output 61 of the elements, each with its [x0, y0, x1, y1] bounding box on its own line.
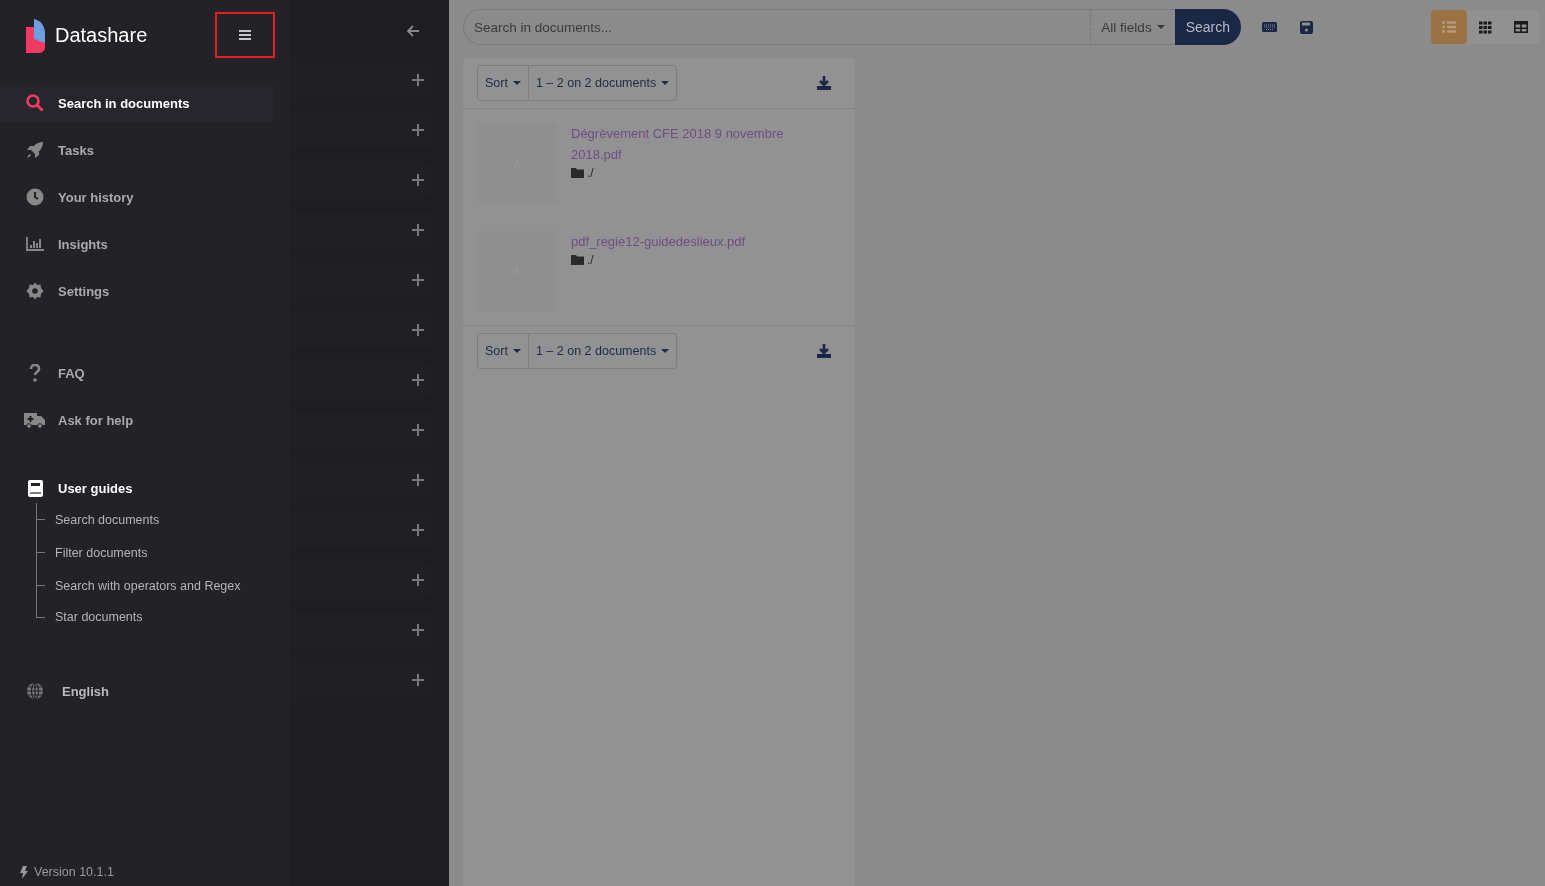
language-link[interactable]: English [62, 683, 109, 699]
plus-icon [412, 624, 424, 636]
menu-button[interactable] [215, 12, 275, 58]
nav-item[interactable]: Search in documents [0, 84, 275, 122]
rocket-icon [26, 141, 44, 159]
search-button[interactable]: Search [1174, 9, 1241, 45]
field-dropdown[interactable]: All fields [1090, 9, 1175, 45]
page-dropdown[interactable]: 1 – 2 on 2 documents [527, 66, 677, 100]
nav-item[interactable]: FAQ [0, 354, 275, 392]
guide-link[interactable]: Search with operators and Regex [55, 578, 241, 593]
version-text: Version 10.1.1 [34, 865, 114, 879]
plus-icon [412, 224, 424, 236]
logo-icon [24, 17, 46, 53]
question-icon [29, 364, 41, 382]
nav-item[interactable]: Your history [0, 178, 275, 216]
nav-item[interactable]: Ask for help [0, 401, 275, 439]
nav-item[interactable]: Tasks [0, 131, 275, 169]
download-icon[interactable] [817, 344, 831, 358]
plus-icon [412, 374, 424, 386]
settings-icon [26, 282, 44, 300]
view-toggle[interactable] [1431, 10, 1467, 44]
menu-icon [239, 30, 251, 40]
document-path: ./ [587, 253, 594, 267]
guide-link[interactable]: Search documents [55, 512, 160, 527]
save-icon[interactable] [1300, 20, 1313, 34]
grid-icon [1478, 20, 1492, 34]
bolt-icon [20, 865, 28, 879]
guide-link[interactable]: Filter documents [55, 545, 148, 560]
sort-dropdown[interactable]: Sort [478, 66, 528, 100]
plus-icon [412, 74, 424, 86]
nav-item[interactable]: Settings [0, 272, 275, 310]
arrow-left-icon[interactable] [407, 25, 420, 37]
page-dropdown[interactable]: 1 – 2 on 2 documents [527, 334, 677, 368]
sort-dropdown[interactable]: Sort [478, 334, 528, 368]
globe-icon [26, 682, 44, 700]
list-icon [1442, 21, 1456, 33]
document-path: ./ [587, 166, 594, 180]
keyboard-icon[interactable] [1262, 22, 1277, 32]
plus-icon [412, 124, 424, 136]
plus-icon [412, 274, 424, 286]
nav-item[interactable]: Insights [0, 225, 275, 263]
plus-icon [412, 524, 424, 536]
plus-icon [412, 674, 424, 686]
ambulance-icon [24, 411, 46, 429]
plus-icon [412, 324, 424, 336]
plus-icon [412, 424, 424, 436]
plus-icon [412, 574, 424, 586]
bar-chart-icon [26, 237, 44, 251]
guides-heading: User guides [58, 480, 133, 496]
plus-icon [412, 474, 424, 486]
plus-icon [412, 174, 424, 186]
folder-icon [571, 168, 584, 178]
clock-icon [26, 188, 44, 206]
table-icon [1514, 21, 1528, 33]
app-name: Datashare [55, 23, 149, 47]
folder-icon [571, 255, 584, 265]
guide-link[interactable]: Star documents [55, 610, 143, 624]
download-icon[interactable] [817, 76, 831, 90]
search-field[interactable]: Search in documents... [463, 9, 1091, 45]
book-icon [27, 479, 43, 497]
search-icon [26, 94, 44, 112]
